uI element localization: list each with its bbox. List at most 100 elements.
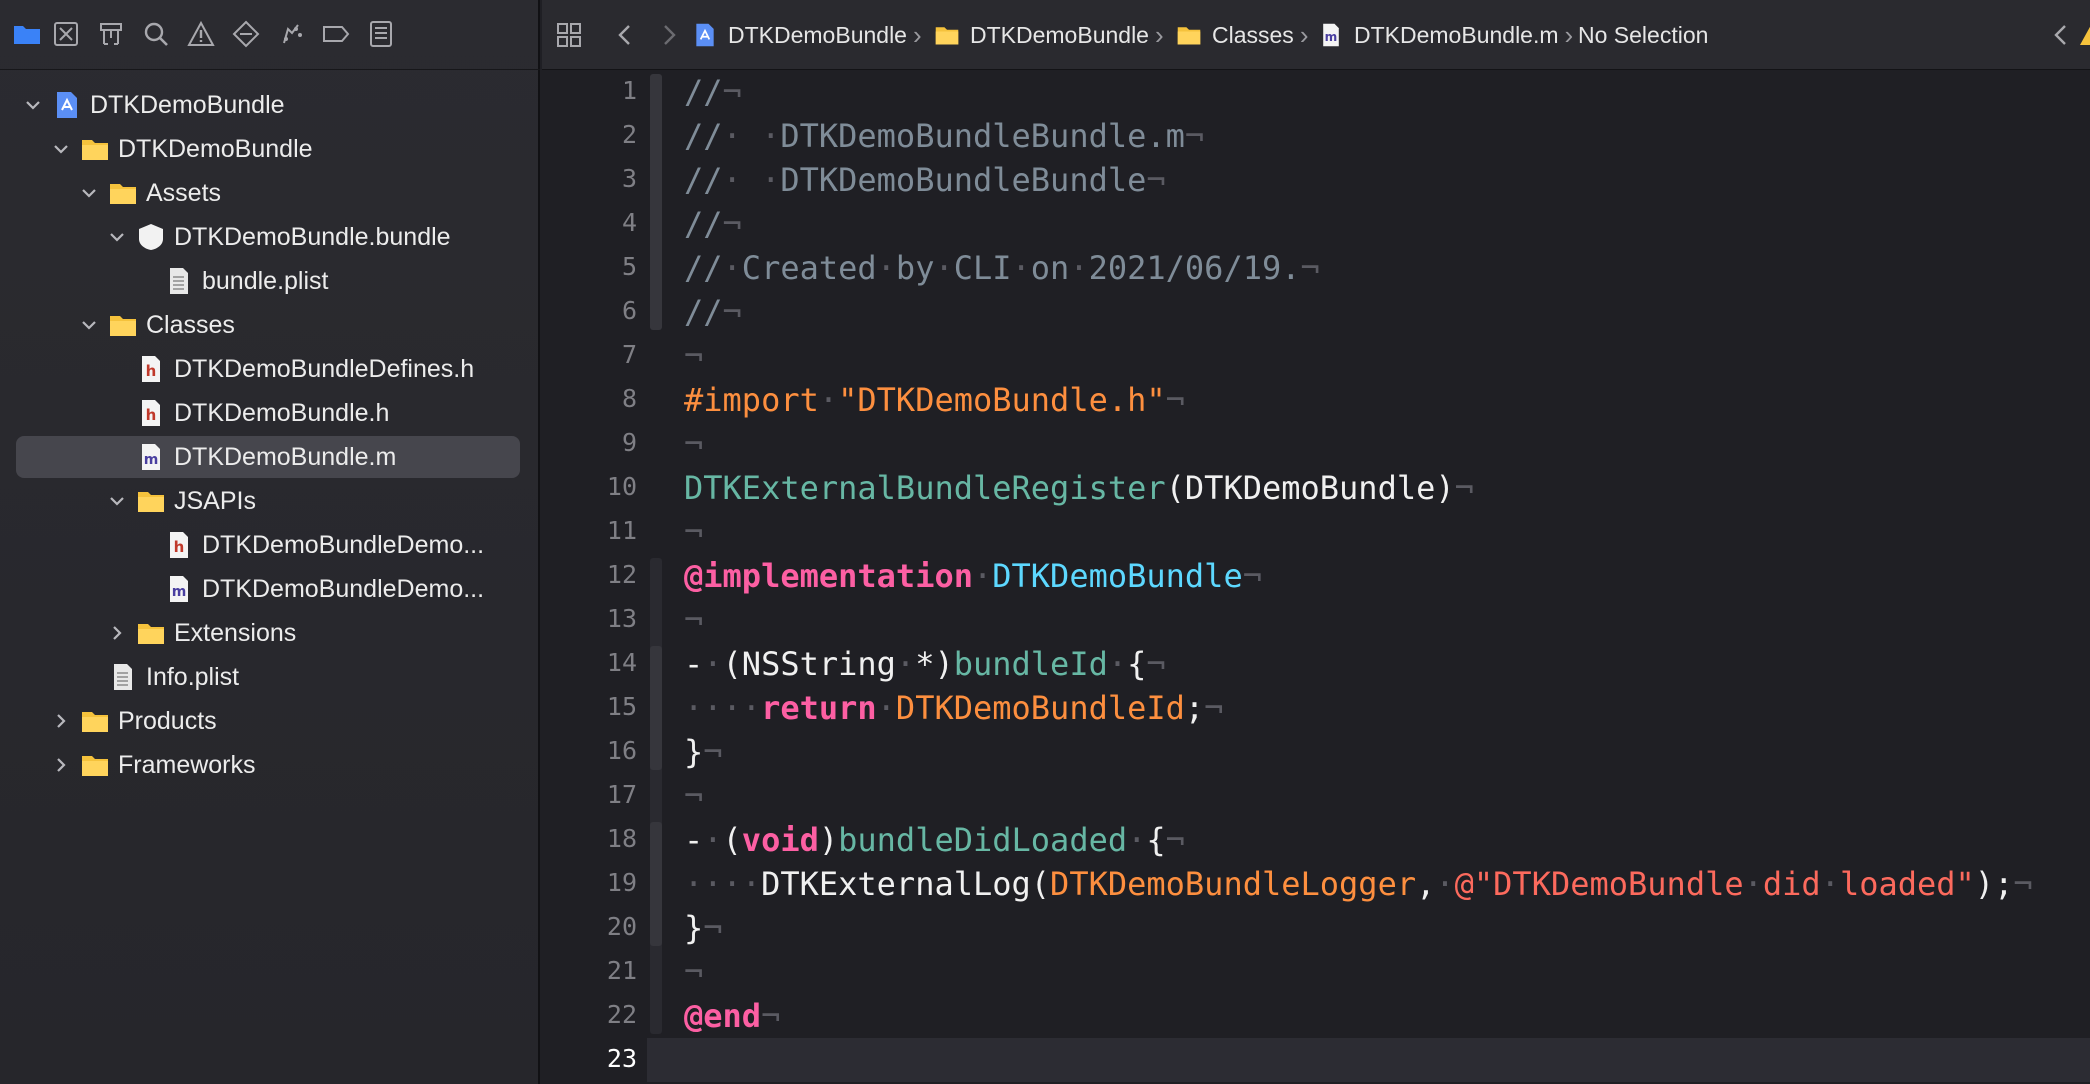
line-number[interactable]: 22 xyxy=(557,1000,637,1029)
tree-row[interactable]: Assets xyxy=(16,172,520,214)
code-token: ¬ xyxy=(722,293,742,331)
line-number[interactable]: 9 xyxy=(557,428,637,457)
chevron-down-icon[interactable] xyxy=(78,182,100,204)
line-number[interactable]: 6 xyxy=(557,296,637,325)
fold-bar[interactable] xyxy=(650,822,662,946)
line-number[interactable]: 18 xyxy=(557,824,637,853)
fold-bar[interactable] xyxy=(650,558,662,1034)
line-number[interactable]: 15 xyxy=(557,692,637,721)
forward-chevron-icon[interactable] xyxy=(656,0,682,70)
code-token: bundleDidLoaded xyxy=(838,821,1128,859)
line-number[interactable]: 11 xyxy=(557,516,637,545)
line-number[interactable]: 12 xyxy=(557,560,637,589)
chevron-down-icon[interactable] xyxy=(106,490,128,512)
tree-row[interactable]: Classes xyxy=(16,304,520,346)
code-line[interactable]: }¬ xyxy=(684,906,723,950)
chevron-right-icon[interactable] xyxy=(106,622,128,644)
code-line[interactable]: //·Created·by·CLI·on·2021/06/19.¬ xyxy=(684,246,1320,290)
breadcrumb-item[interactable]: m DTKDemoBundle.m › xyxy=(1318,0,1573,70)
breadcrumb-separator-icon: › xyxy=(1154,19,1164,50)
back-chevron-icon[interactable] xyxy=(612,0,638,70)
source-control-icon[interactable] xyxy=(49,17,83,51)
chevron-right-icon[interactable] xyxy=(50,710,72,732)
svg-text:h: h xyxy=(146,406,157,424)
code-line[interactable]: @end¬ xyxy=(684,994,780,1038)
code-line[interactable]: //¬ xyxy=(684,70,742,114)
find-icon[interactable] xyxy=(139,17,173,51)
warning-indicator-icon[interactable] xyxy=(2078,0,2090,70)
line-number[interactable]: 10 xyxy=(557,472,637,501)
line-number[interactable]: 3 xyxy=(557,164,637,193)
tree-row[interactable]: h DTKDemoBundle.h xyxy=(16,392,520,434)
line-number[interactable]: 13 xyxy=(557,604,637,633)
tree-row[interactable]: Extensions xyxy=(16,612,520,654)
debug-icon[interactable] xyxy=(274,17,308,51)
tree-row[interactable]: h DTKDemoBundleDefines.h xyxy=(16,348,520,390)
tree-row[interactable]: m DTKDemoBundleDemo... xyxy=(16,568,520,610)
code-line[interactable]: //¬ xyxy=(684,202,742,246)
code-line[interactable]: ····DTKExternalLog(DTKDemoBundleLogger,·… xyxy=(684,862,2033,906)
back-chevron-icon[interactable] xyxy=(2048,0,2074,70)
code-line[interactable]: ¬ xyxy=(684,774,703,818)
code-line[interactable]: -·(NSString·*)bundleId·{¬ xyxy=(684,642,1166,686)
code-line[interactable]: ¬ xyxy=(684,598,703,642)
code-line[interactable]: ¬ xyxy=(684,950,703,994)
line-number[interactable]: 2 xyxy=(557,120,637,149)
tree-row[interactable]: JSAPIs xyxy=(16,480,520,522)
folder-icon[interactable] xyxy=(10,17,44,51)
line-number[interactable]: 20 xyxy=(557,912,637,941)
code-line[interactable]: ¬ xyxy=(684,334,703,378)
tree-row[interactable]: m DTKDemoBundle.m xyxy=(16,436,520,478)
tree-row[interactable]: DTKDemoBundle.bundle xyxy=(16,216,520,258)
code-line[interactable]: @implementation·DTKDemoBundle¬ xyxy=(684,554,1262,598)
folder-icon xyxy=(136,618,166,648)
breadcrumb-item[interactable]: No Selection xyxy=(1578,0,1708,70)
line-number[interactable]: 1 xyxy=(557,76,637,105)
tree-row[interactable]: DTKDemoBundle xyxy=(16,128,520,170)
line-number[interactable]: 23 xyxy=(557,1044,637,1073)
fold-bar[interactable] xyxy=(650,646,662,770)
test-icon[interactable] xyxy=(229,17,263,51)
line-number[interactable]: 4 xyxy=(557,208,637,237)
line-number[interactable]: 21 xyxy=(557,956,637,985)
tree-row[interactable]: Info.plist xyxy=(16,656,520,698)
tree-row[interactable]: Frameworks xyxy=(16,744,520,786)
tree-row[interactable]: bundle.plist xyxy=(16,260,520,302)
code-line[interactable]: ····return·DTKDemoBundleId;¬ xyxy=(684,686,1223,730)
line-number[interactable]: 16 xyxy=(557,736,637,765)
line-number[interactable]: 7 xyxy=(557,340,637,369)
line-number[interactable]: 19 xyxy=(557,868,637,897)
code-line[interactable]: #import·"DTKDemoBundle.h"¬ xyxy=(684,378,1185,422)
related-items-icon[interactable] xyxy=(556,0,582,70)
line-number[interactable]: 17 xyxy=(557,780,637,809)
chevron-down-icon[interactable] xyxy=(22,94,44,116)
fold-bar[interactable] xyxy=(650,74,662,330)
code-token: ¬ xyxy=(684,337,704,375)
code-line[interactable]: DTKExternalBundleRegister(DTKDemoBundle)… xyxy=(684,466,1474,510)
breadcrumb-item[interactable]: DTKDemoBundle › xyxy=(692,0,922,70)
folder-icon xyxy=(108,178,138,208)
tree-row[interactable]: Products xyxy=(16,700,520,742)
tree-row[interactable]: h DTKDemoBundleDemo... xyxy=(16,524,520,566)
code-line[interactable]: ¬ xyxy=(684,422,703,466)
report-icon[interactable] xyxy=(364,17,398,51)
line-number[interactable]: 5 xyxy=(557,252,637,281)
line-number[interactable]: 14 xyxy=(557,648,637,677)
chevron-down-icon[interactable] xyxy=(78,314,100,336)
tree-row[interactable]: DTKDemoBundle xyxy=(16,84,520,126)
chevron-right-icon[interactable] xyxy=(50,754,72,776)
code-line[interactable]: //¬ xyxy=(684,290,742,334)
chevron-down-icon[interactable] xyxy=(106,226,128,248)
symbol-icon[interactable] xyxy=(94,17,128,51)
code-line[interactable]: //· ·DTKDemoBundleBundle¬ xyxy=(684,158,1166,202)
code-line[interactable]: -·(void)bundleDidLoaded·{¬ xyxy=(684,818,1185,862)
breadcrumb-item[interactable]: DTKDemoBundle › xyxy=(934,0,1164,70)
breadcrumb-item[interactable]: Classes › xyxy=(1176,0,1308,70)
line-number[interactable]: 8 xyxy=(557,384,637,413)
issue-icon[interactable] xyxy=(184,17,218,51)
code-line[interactable]: }¬ xyxy=(684,730,723,774)
code-line[interactable]: ¬ xyxy=(684,510,703,554)
code-line[interactable]: //· ·DTKDemoBundleBundle.m¬ xyxy=(684,114,1204,158)
breakpoint-icon[interactable] xyxy=(319,17,353,51)
chevron-down-icon[interactable] xyxy=(50,138,72,160)
